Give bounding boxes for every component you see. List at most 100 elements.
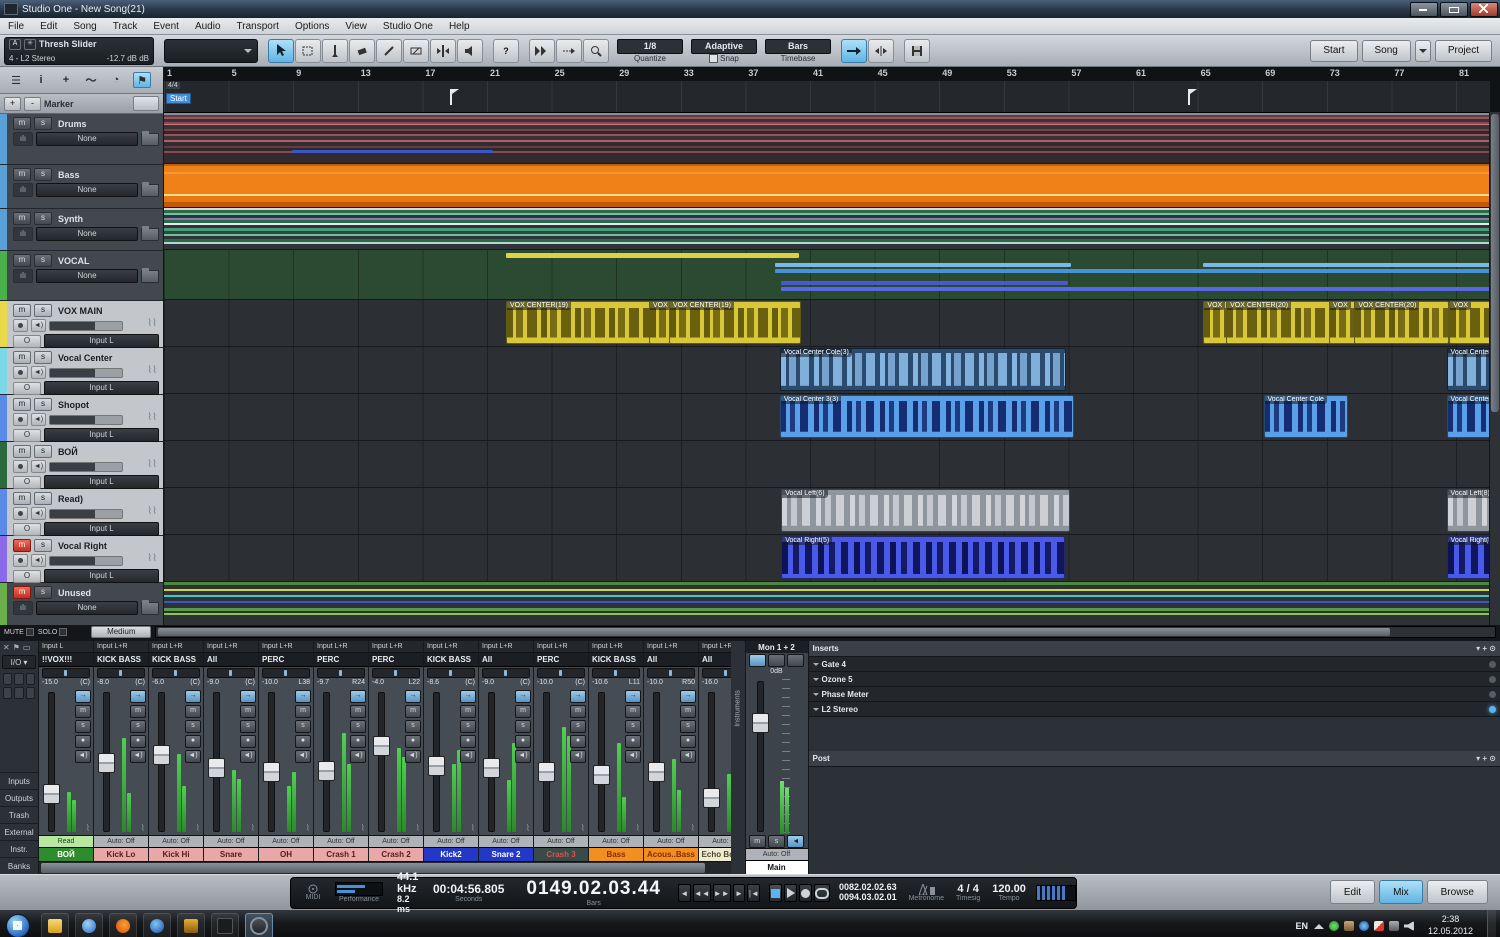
menu-options[interactable]: Options (287, 20, 337, 33)
inserts-header[interactable]: Inserts▾ + ⊙ (809, 641, 1500, 657)
strip-solo-button[interactable]: s (130, 720, 146, 733)
strip-link-button[interactable]: → (515, 690, 531, 703)
mixer-detach-icon[interactable]: ▭ (23, 643, 31, 652)
menu-help[interactable]: Help (441, 20, 478, 33)
main-fader-area[interactable] (750, 679, 804, 834)
channel-name[interactable]: Kick2 (424, 847, 478, 861)
strip-record-button[interactable]: ● (680, 735, 696, 748)
taskbar-icon-folder[interactable] (41, 913, 69, 937)
mixer-scrollbar[interactable] (39, 861, 731, 874)
strip-link-button[interactable]: → (295, 690, 311, 703)
audio-clip[interactable]: VOX CENTER(20) (1354, 301, 1448, 344)
open-channel-button[interactable]: O (13, 476, 41, 489)
song-page-button[interactable]: Song (1362, 40, 1411, 62)
strip-mute-button[interactable]: m (515, 705, 531, 718)
tray-icon-robot[interactable] (1344, 921, 1354, 931)
open-channel-button[interactable]: O (13, 382, 41, 395)
strip-output-label[interactable]: PERC (369, 653, 423, 667)
tray-icon-up[interactable] (1314, 919, 1324, 929)
strip-record-button[interactable]: ● (625, 735, 641, 748)
fader-cap[interactable] (98, 753, 115, 773)
fader-area[interactable]: →ms●◄)⌇ (206, 690, 256, 834)
monitor-button[interactable]: ◄) (31, 507, 46, 520)
stop-button[interactable] (769, 884, 782, 902)
strip-link-button[interactable]: → (130, 690, 146, 703)
strip-record-button[interactable]: ● (295, 735, 311, 748)
io-none-button[interactable]: None (36, 183, 138, 197)
automation-mode[interactable]: Auto: Off (644, 835, 698, 847)
power-icon[interactable] (1489, 676, 1496, 683)
tray-icon-net[interactable] (1389, 921, 1399, 931)
menu-transport[interactable]: Transport (229, 20, 287, 33)
audio-clip[interactable]: VOX CENTER(19) (506, 301, 651, 344)
automation-mode[interactable]: Auto: Off (314, 835, 368, 847)
strip-record-button[interactable]: ● (240, 735, 256, 748)
record-arm-button[interactable] (13, 460, 28, 473)
fader-area[interactable]: →ms●◄)⌇ (41, 690, 91, 834)
autoscroll-button[interactable] (841, 39, 867, 63)
mixer-nav-instr[interactable]: Instr. (0, 840, 38, 857)
fader-track[interactable] (598, 692, 605, 832)
power-icon[interactable] (1489, 706, 1496, 713)
tray-icon-msn[interactable] (1329, 921, 1339, 931)
channel-name[interactable]: OH (259, 847, 313, 861)
minimize-button[interactable] (1410, 2, 1438, 17)
audio-clip[interactable]: Vocal Center Cole (1264, 395, 1349, 438)
lane-Bass[interactable] (164, 164, 1500, 208)
language-indicator[interactable]: EN (1295, 921, 1308, 931)
strip-output-label[interactable]: KICK BASS (149, 653, 203, 667)
channel-strip-Crash 2[interactable]: Input L+RPERC-4.0L22→ms●◄)⌇Auto: OffCras… (369, 641, 424, 861)
strip-output-label[interactable]: KICK BASS (589, 653, 643, 667)
volume-slider[interactable] (49, 509, 123, 519)
solo-button[interactable]: s (34, 586, 52, 599)
fader-cap[interactable] (208, 758, 225, 778)
show-desktop-button[interactable] (1487, 910, 1496, 937)
volume-slider[interactable] (49, 368, 123, 378)
channel-strip-Crash 3[interactable]: Input L+RPERC-10.0(C)→ms●◄)⌇Auto: OffCra… (534, 641, 589, 861)
channel-strip-Echo Bottles[interactable]: Input L+RAll-16.0L50→ms●◄)⌇Auto: OffEcho… (699, 641, 731, 861)
fader-area[interactable]: →ms●◄)⌇ (646, 690, 696, 834)
prev-bar-button[interactable]: ◄ (678, 884, 691, 902)
strip-link-button[interactable]: → (405, 690, 421, 703)
record-arm-button[interactable] (13, 413, 28, 426)
pan-slider[interactable] (372, 668, 420, 678)
event-bar[interactable] (781, 287, 1500, 291)
taskbar-icon-ie[interactable] (75, 913, 103, 937)
mixer-nav-banks[interactable]: Banks (0, 857, 38, 874)
track-row-Vocal Center[interactable]: msVocal Center◄)OInput L⌇⌇ (0, 348, 163, 395)
lane-Read)[interactable]: Vocal Left(6)Vocal Left(8) (164, 488, 1500, 535)
input-button[interactable]: Input L (44, 334, 159, 348)
input-button[interactable]: Input L (44, 381, 159, 395)
arrow-tool-button[interactable] (268, 39, 294, 63)
strip-output-label[interactable]: All (644, 653, 698, 667)
post-section-header[interactable]: Post▾ + ⊙ (809, 751, 1500, 767)
open-channel-button[interactable]: O (13, 523, 41, 536)
strip-monitor-button[interactable]: ◄) (405, 750, 421, 763)
marker-track-icon[interactable]: ⚑ (133, 72, 151, 88)
automation-mode[interactable]: Auto: Off (94, 835, 148, 847)
strip-mute-button[interactable]: m (570, 705, 586, 718)
metronome-control[interactable]: Metronome (909, 884, 944, 903)
strip-link-button[interactable]: → (350, 690, 366, 703)
track-row-Unused[interactable]: msUnusedılıNone (0, 583, 163, 627)
taskbar-icon-console[interactable] (211, 913, 239, 937)
event-bar[interactable] (292, 150, 492, 153)
io-none-button[interactable]: None (36, 269, 138, 283)
taskbar-icon-firefox[interactable] (109, 913, 137, 937)
pan-slider[interactable] (647, 668, 695, 678)
strip-mute-button[interactable]: m (240, 705, 256, 718)
pan-slider[interactable] (97, 668, 145, 678)
strip-output-label[interactable]: All (204, 653, 258, 667)
strip-monitor-button[interactable]: ◄) (130, 750, 146, 763)
audio-clip[interactable]: VOX (1329, 301, 1356, 344)
channel-name[interactable]: Snare (204, 847, 258, 861)
main-solo-button[interactable]: s (768, 835, 785, 848)
mute-button[interactable]: m (13, 168, 31, 181)
fader-area[interactable]: →ms●◄)⌇ (261, 690, 311, 834)
fader-area[interactable]: →ms●◄)⌇ (701, 690, 731, 834)
strip-link-button[interactable]: → (240, 690, 256, 703)
channel-strip-OH[interactable]: Input L+RPERC-10.0L38→ms●◄)⌇Auto: OffOH (259, 641, 314, 861)
bars-display-cell[interactable]: 0149.02.03.44 Bars (516, 879, 671, 908)
automation-mode[interactable]: Auto: Off (204, 835, 258, 847)
strip-record-button[interactable]: ● (570, 735, 586, 748)
